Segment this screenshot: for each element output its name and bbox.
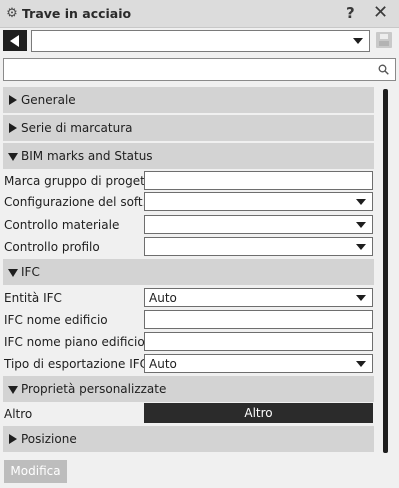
ifc-nome-edificio-input[interactable] [144, 310, 373, 329]
collapse-icon [8, 386, 18, 394]
altro-button[interactable]: Altro [144, 403, 373, 423]
search-icon [378, 64, 389, 75]
entita-ifc-select[interactable]: Auto [144, 288, 373, 307]
ifc-nome-piano-label: IFC nome piano edificio [4, 335, 145, 349]
section-label: BIM marks and Status [21, 149, 153, 163]
modify-button[interactable]: Modifica [4, 460, 67, 483]
search-input[interactable] [3, 58, 396, 81]
title-bar: ⚙ Trave in acciaio ? ✕ [0, 0, 399, 28]
chevron-down-icon [356, 199, 366, 205]
marca-gruppo-label: Marca gruppo di progetto [4, 174, 157, 188]
section-generale[interactable]: Generale [3, 87, 374, 113]
chevron-down-icon [356, 222, 366, 228]
section-label: Serie di marcatura [21, 121, 133, 135]
section-ifc[interactable]: IFC [3, 259, 374, 285]
controllo-materiale-label: Controllo materiale [4, 218, 120, 232]
chevron-down-icon [356, 361, 366, 367]
save-icon[interactable] [376, 32, 392, 48]
back-button[interactable] [3, 30, 27, 51]
section-bim-marks[interactable]: BIM marks and Status [3, 143, 374, 169]
section-serie-marcatura[interactable]: Serie di marcatura [3, 115, 374, 141]
entita-ifc-label: Entità IFC [4, 291, 62, 305]
collapse-icon [8, 153, 18, 161]
controllo-profilo-label: Controllo profilo [4, 240, 100, 254]
tipo-esportazione-value: Auto [149, 357, 177, 371]
section-label: Proprietà personalizzate [21, 382, 167, 396]
config-software-select[interactable] [144, 192, 373, 211]
chevron-down-icon [356, 244, 366, 250]
section-proprieta-personalizzate[interactable]: Proprietà personalizzate [3, 376, 374, 402]
vertical-scrollbar[interactable] [383, 89, 388, 453]
tipo-esportazione-select[interactable]: Auto [144, 354, 373, 373]
expand-icon [9, 95, 17, 105]
preset-dropdown[interactable] [31, 30, 370, 52]
close-button[interactable]: ✕ [373, 2, 388, 23]
expand-icon [9, 434, 17, 444]
section-label: Posizione [21, 432, 77, 446]
controllo-materiale-select[interactable] [144, 215, 373, 234]
section-posizione[interactable]: Posizione [3, 426, 374, 452]
entita-ifc-value: Auto [149, 291, 177, 305]
help-button[interactable]: ? [346, 4, 355, 22]
tipo-esportazione-label: Tipo di esportazione IFC [4, 357, 149, 371]
back-arrow-icon [10, 35, 19, 47]
collapse-icon [8, 269, 18, 277]
expand-icon [9, 123, 17, 133]
window-title: Trave in acciaio [22, 6, 132, 21]
gear-icon: ⚙ [6, 6, 18, 21]
altro-label: Altro [4, 407, 33, 421]
section-label: IFC [21, 265, 40, 279]
config-software-label: Configurazione del soft... [4, 195, 155, 209]
marca-gruppo-input[interactable] [144, 171, 373, 190]
chevron-down-icon [356, 295, 366, 301]
ifc-nome-piano-input[interactable] [144, 332, 373, 351]
section-label: Generale [21, 93, 76, 107]
ifc-nome-edificio-label: IFC nome edificio [4, 313, 108, 327]
controllo-profilo-select[interactable] [144, 237, 373, 256]
chevron-down-icon [353, 38, 363, 44]
